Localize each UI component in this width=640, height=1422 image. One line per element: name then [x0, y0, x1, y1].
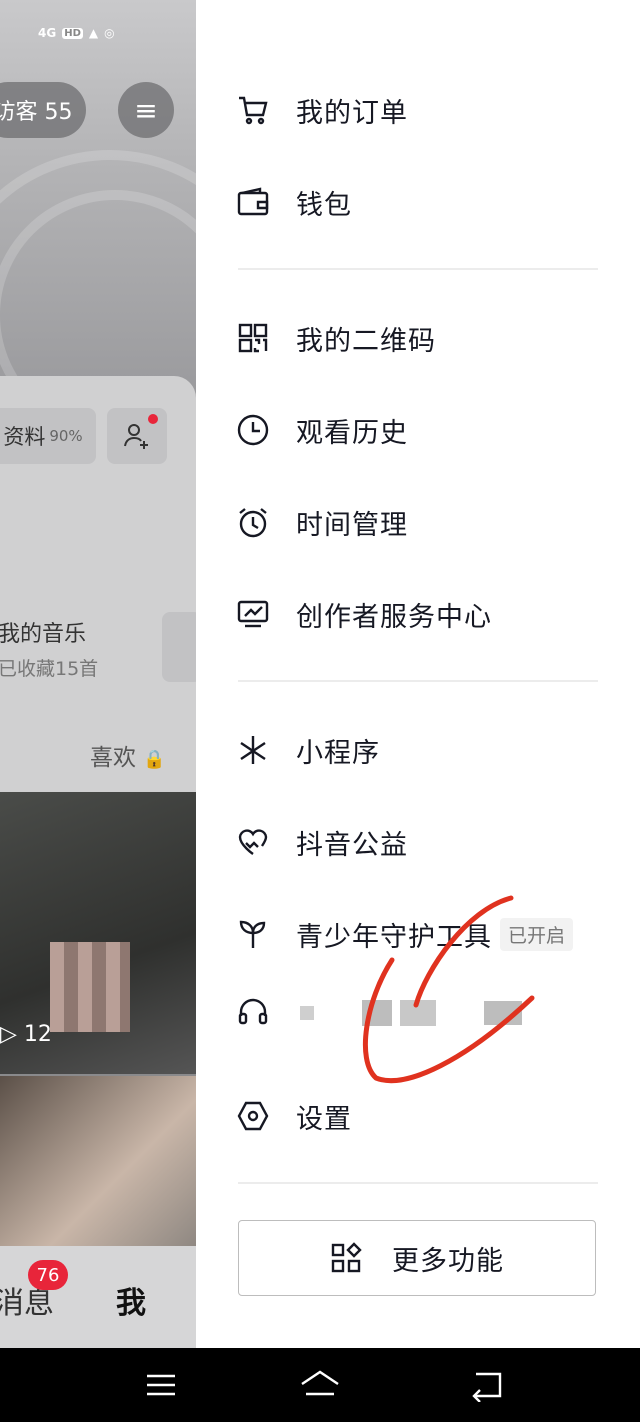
play-icon: ▷: [0, 1022, 17, 1047]
wallet-icon: [237, 187, 269, 216]
sprout-icon: [239, 920, 266, 948]
menu-item-time-management[interactable]: 时间管理: [236, 492, 408, 552]
status-bar: 4G HD ▲ ◎: [38, 26, 115, 40]
menu-item-wallet[interactable]: 钱包: [236, 172, 352, 232]
menu-item-charity[interactable]: 抖音公益: [236, 812, 408, 872]
qr-code-icon: [238, 323, 268, 353]
video-thumbnail[interactable]: [0, 1076, 196, 1246]
menu-item-label: 我的订单: [296, 97, 408, 129]
music-subtitle: 已收藏15首: [0, 658, 99, 680]
grid-apps-icon: [331, 1242, 362, 1273]
redacted-label: [300, 1006, 314, 1020]
search-notify-icon: ◎: [104, 26, 115, 40]
music-thumbnail[interactable]: [162, 612, 196, 682]
menu-item-mini-programs[interactable]: 小程序: [236, 720, 380, 780]
menu-item-label: 设置: [296, 1103, 352, 1135]
add-friend-icon[interactable]: [107, 408, 167, 464]
network-indicator: 4G: [38, 26, 57, 40]
menu-item-label: 我的二维码: [296, 325, 436, 357]
menu-item-qr-code[interactable]: 我的二维码: [236, 308, 436, 368]
menu-item-settings[interactable]: 设置: [236, 1086, 352, 1146]
profile-cover: [0, 0, 196, 490]
video-thumbnail[interactable]: ▷ 12: [0, 792, 196, 1074]
more-features-label: 更多功能: [392, 1245, 504, 1277]
edit-profile-label: 资料: [3, 425, 46, 449]
profile-completion: 90%: [49, 427, 83, 445]
clock-icon: [237, 414, 269, 446]
recent-apps-icon[interactable]: [144, 1368, 178, 1402]
chart-monitor-icon: [237, 600, 269, 628]
back-icon[interactable]: [470, 1368, 506, 1402]
tab-likes[interactable]: 喜欢 🔒: [90, 738, 166, 772]
notification-dot: [148, 414, 158, 424]
red-annotation-mark: [362, 895, 535, 1084]
side-drawer: 我的订单 钱包 我的二维码 观看历史 时间管理 创作者服务中心 小程序 抖音公益…: [196, 0, 640, 1348]
menu-item-creator-center[interactable]: 创作者服务中心: [236, 584, 492, 644]
system-nav-bar: [0, 1348, 640, 1422]
home-icon[interactable]: [300, 1368, 340, 1402]
visitor-button[interactable]: 访客 55: [0, 82, 86, 138]
hamburger-menu-icon[interactable]: ≡: [118, 82, 174, 138]
settings-hexagon-icon: [237, 1101, 269, 1131]
notification-icon: ▲: [88, 26, 99, 40]
play-count-value: 12: [23, 1022, 52, 1047]
divider: [238, 268, 598, 270]
alarm-icon: [239, 508, 267, 538]
menu-item-label: 时间管理: [296, 509, 408, 541]
cart-icon: [239, 96, 268, 125]
menu-item-label: 观看历史: [296, 417, 408, 449]
menu-item-orders[interactable]: 我的订单: [236, 80, 408, 140]
menu-item-label: 创作者服务中心: [296, 601, 492, 633]
heart-charity-icon: [238, 829, 268, 855]
music-title: 我的音乐: [0, 622, 87, 647]
divider: [238, 680, 598, 682]
play-count: ▷ 12: [0, 1022, 52, 1047]
tab-me[interactable]: 我: [116, 1278, 146, 1322]
lock-icon: 🔒: [143, 749, 166, 770]
menu-item-label: 抖音公益: [296, 829, 408, 861]
messages-badge: 76: [28, 1260, 68, 1290]
mini-program-icon: [240, 736, 266, 764]
edit-profile-button[interactable]: 资料 90%: [0, 408, 96, 464]
menu-item-watch-history[interactable]: 观看历史: [236, 400, 408, 460]
more-features-button[interactable]: 更多功能: [238, 1220, 596, 1296]
menu-item-label: 钱包: [296, 189, 352, 221]
background-profile-page: 4G HD ▲ ◎ 访客 55 ≡ 资料 90% 我的音乐 已收藏15首 喜欢 …: [0, 0, 196, 1348]
headset-icon: [238, 998, 268, 1025]
hd-indicator: HD: [62, 27, 83, 39]
likes-tab-label: 喜欢: [90, 745, 136, 771]
menu-item-label: 小程序: [296, 737, 380, 769]
blurred-face: [50, 942, 130, 1032]
divider: [238, 1182, 598, 1184]
